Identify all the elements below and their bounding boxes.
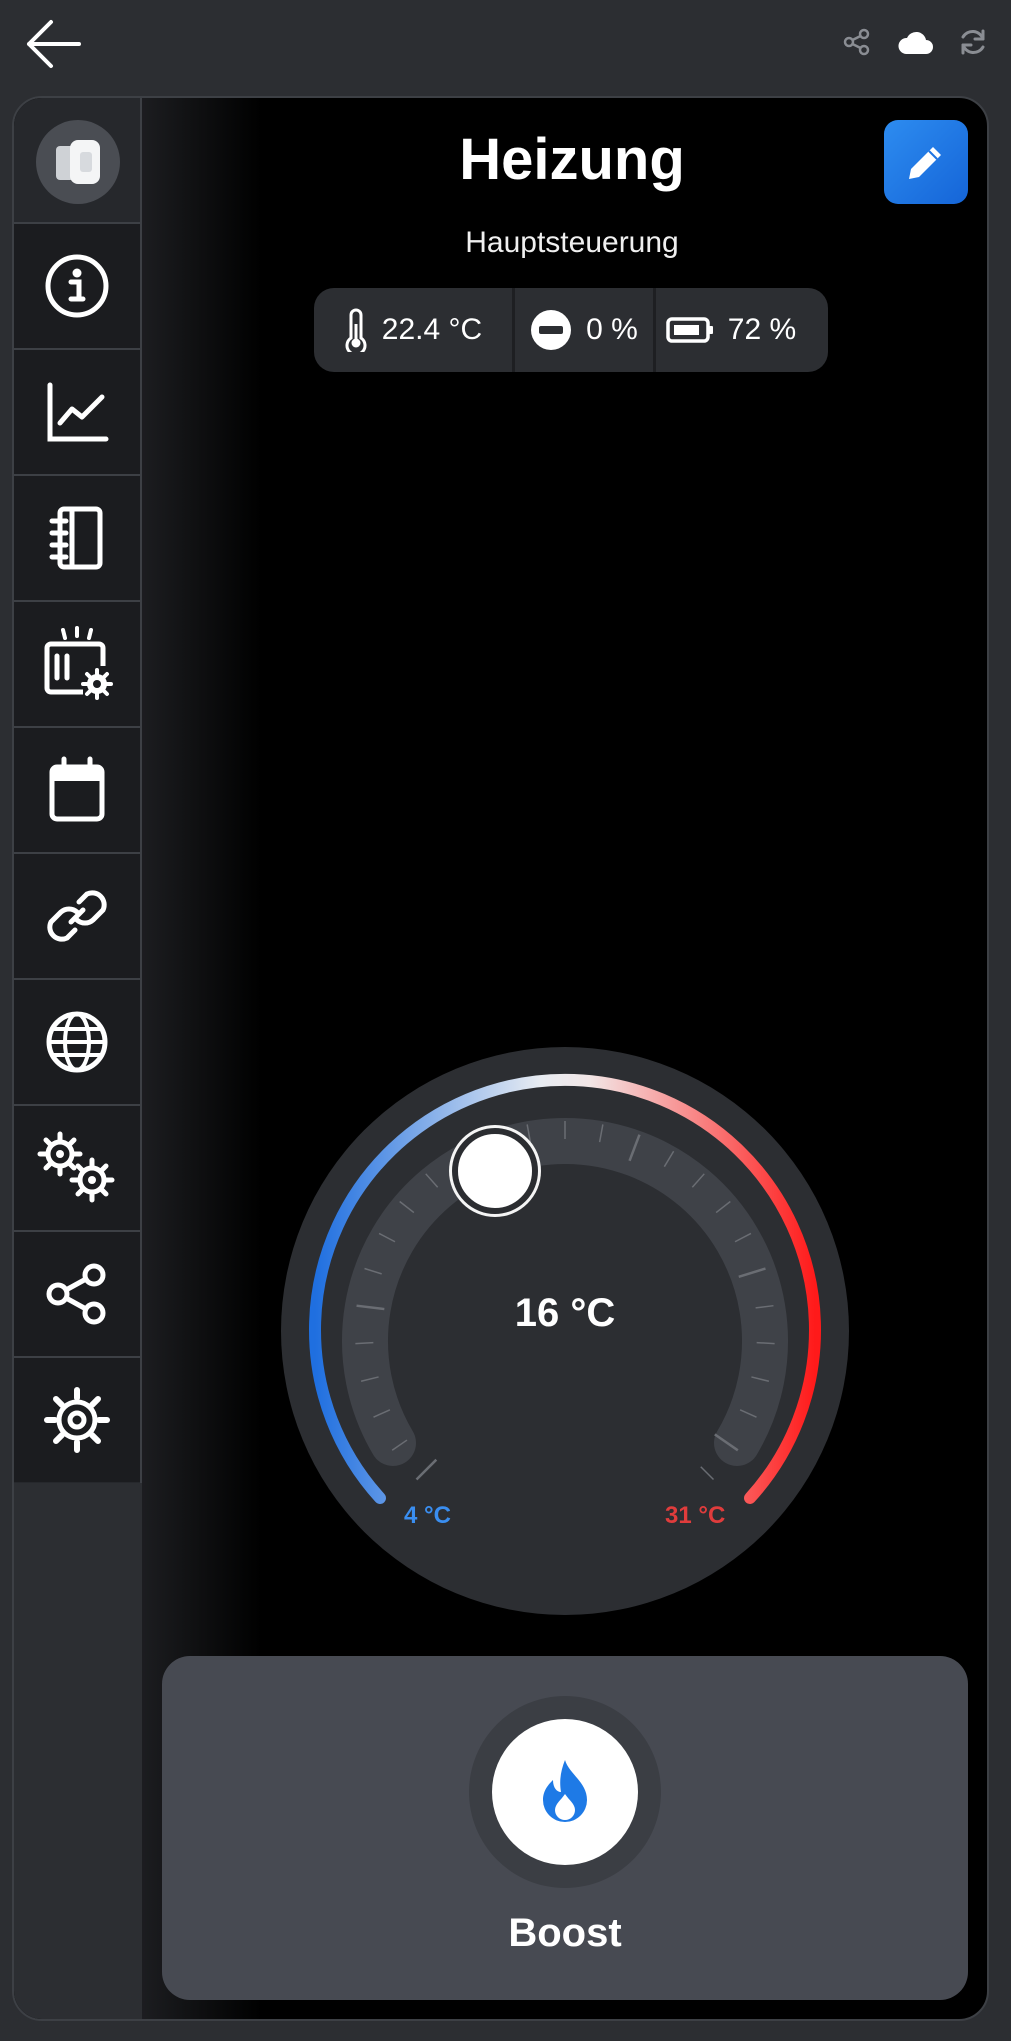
share-icon xyxy=(46,1263,106,1325)
temperature-value: 22.4 °C xyxy=(381,313,483,346)
boost-button[interactable] xyxy=(492,1719,638,1865)
notebook-icon xyxy=(49,506,103,570)
calendar-icon xyxy=(49,756,105,822)
page-title: Heizung xyxy=(459,127,685,192)
globe-icon xyxy=(46,1011,108,1073)
arrow-left-icon xyxy=(27,20,81,68)
pencil-icon xyxy=(909,147,941,179)
thermostat-dial[interactable]: 16 °C 4 °C 31 °C xyxy=(280,1046,850,1616)
gear-icon xyxy=(44,1387,110,1453)
link-icon xyxy=(47,890,107,942)
boost-label: Boost xyxy=(508,1911,622,1955)
sidebar-empty-area xyxy=(14,1483,142,2019)
valve-icon xyxy=(531,310,572,350)
sync-icon[interactable] xyxy=(953,22,993,62)
flame-icon xyxy=(543,1760,587,1822)
back-button[interactable] xyxy=(18,12,88,76)
valve-status: 0 % xyxy=(515,288,653,372)
battery-value: 72 % xyxy=(727,313,797,346)
top-bar xyxy=(0,0,1011,92)
sidebar-item-link[interactable] xyxy=(14,852,140,978)
info-icon xyxy=(45,254,109,318)
sidebar-item-advanced-settings[interactable] xyxy=(14,1104,140,1230)
sidebar-item-globe[interactable] xyxy=(14,978,140,1104)
boost-ring xyxy=(469,1696,661,1888)
sidebar-item-device-settings[interactable] xyxy=(14,600,140,726)
page-subtitle: Hauptsteuerung xyxy=(465,226,679,259)
battery-icon xyxy=(666,317,713,343)
sidebar-item-log[interactable] xyxy=(14,474,140,600)
status-bar: 22.4 °C 0 % 72 % xyxy=(314,288,828,372)
chart-icon xyxy=(47,382,109,442)
battery-status: 72 % xyxy=(656,288,806,372)
gears-icon xyxy=(37,1131,115,1203)
sidebar-item-chart[interactable] xyxy=(14,348,140,474)
boost-panel: Boost xyxy=(162,1656,968,2000)
sidebar-item-info[interactable] xyxy=(14,222,140,348)
device-card: Heizung Hauptsteuerung 22.4 °C 0 % 72 % … xyxy=(12,96,989,2021)
setpoint-value: 16 °C xyxy=(514,1291,616,1335)
sidebar-item-calendar[interactable] xyxy=(14,726,140,852)
edit-button[interactable] xyxy=(884,120,968,204)
max-temp-label: 31 °C xyxy=(665,1502,726,1529)
thermometer-icon xyxy=(345,308,367,352)
device-settings-icon xyxy=(44,626,113,700)
thermostat-device-icon xyxy=(56,140,100,184)
dial-knob[interactable] xyxy=(452,1128,538,1214)
temperature-status: 22.4 °C xyxy=(314,288,512,372)
share-icon[interactable] xyxy=(837,22,877,62)
sidebar-item-share[interactable] xyxy=(14,1230,140,1356)
device-avatar xyxy=(36,120,120,204)
cloud-icon[interactable] xyxy=(895,22,935,62)
valve-value: 0 % xyxy=(586,313,638,346)
sidebar xyxy=(14,98,142,1483)
min-temp-label: 4 °C xyxy=(404,1502,451,1529)
sidebar-item-settings[interactable] xyxy=(14,1356,140,1482)
